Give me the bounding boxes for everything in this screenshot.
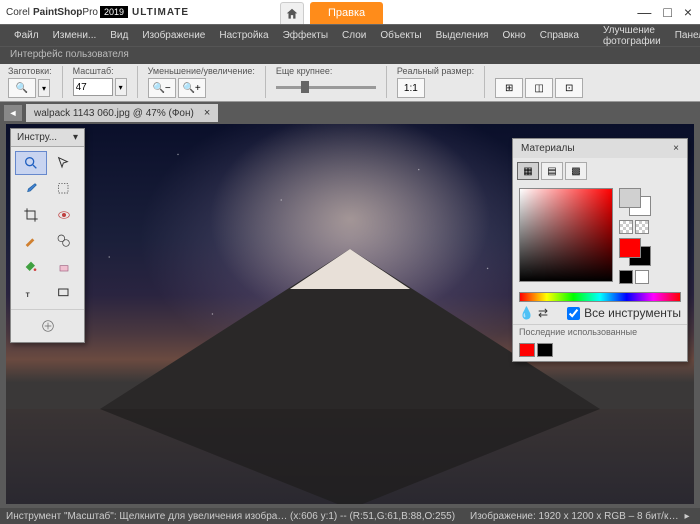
- zoom-label: Масштаб:: [73, 66, 114, 76]
- color-field[interactable]: [519, 188, 613, 282]
- redeye-tool[interactable]: [49, 203, 81, 227]
- menu-help[interactable]: Справка: [534, 28, 585, 43]
- tools-palette[interactable]: Инстру... ▾ T: [10, 128, 85, 343]
- status-grip-icon: ▸: [680, 511, 694, 522]
- actual-size-label: Реальный размер:: [397, 66, 474, 76]
- workspace-label: Интерфейс пользователя: [0, 46, 700, 64]
- zoom-stepper[interactable]: ▾: [115, 78, 127, 96]
- crop-tool[interactable]: [15, 203, 47, 227]
- menu-edit[interactable]: Измени...: [47, 28, 103, 43]
- eraser-tool[interactable]: [49, 255, 81, 279]
- swap-icon[interactable]: ⇄: [538, 306, 548, 320]
- menu-objects[interactable]: Объекты: [374, 28, 427, 43]
- home-icon: [285, 7, 299, 21]
- status-coords: (x:606 y:1) -- (R:51,G:61,B:88,O:255): [290, 511, 470, 522]
- materials-tab-frame[interactable]: ▦: [517, 162, 539, 180]
- zoomio-label: Уменьшение/увеличение:: [148, 66, 255, 76]
- zoom-slider[interactable]: [276, 86, 376, 89]
- title-bar: Corel PaintShopPro 2019 ULTIMATE Правка …: [0, 0, 700, 24]
- menu-view[interactable]: Вид: [104, 28, 134, 43]
- zoom-tool[interactable]: [15, 151, 47, 175]
- chevron-down-icon[interactable]: ▾: [73, 132, 78, 143]
- close-button[interactable]: ×: [684, 4, 692, 20]
- style-foreground[interactable]: [619, 188, 641, 208]
- year-badge: 2019: [100, 6, 128, 18]
- bw-swatch-1[interactable]: [619, 270, 633, 284]
- fit-all-button[interactable]: ⊡: [555, 78, 583, 98]
- transparency-swatch-1[interactable]: [619, 220, 633, 234]
- recent-swatch-1[interactable]: [519, 343, 535, 357]
- recent-swatch-2[interactable]: [537, 343, 553, 357]
- shape-tool[interactable]: [49, 281, 81, 305]
- dropper-tool[interactable]: [15, 177, 47, 201]
- materials-palette[interactable]: Материалы × ▦ ▤ ▩: [512, 138, 688, 362]
- menu-panels[interactable]: Панели: [669, 28, 700, 43]
- document-tab-bar: ◄ walpack 1143 060.jpg @ 47% (Фон) ×: [0, 102, 700, 124]
- svg-text:T: T: [25, 292, 29, 299]
- zoom-out-button[interactable]: 🔍−: [148, 78, 176, 98]
- menu-adjust[interactable]: Настройка: [213, 28, 274, 43]
- clone-tool[interactable]: [49, 229, 81, 253]
- foreground-background-swatches[interactable]: [619, 188, 651, 216]
- edition-label: ULTIMATE: [132, 7, 189, 18]
- brush-tool[interactable]: [15, 229, 47, 253]
- materials-tab-rainbow[interactable]: ▤: [541, 162, 563, 180]
- tab-prev-button[interactable]: ◄: [4, 105, 22, 121]
- minimize-button[interactable]: —: [637, 4, 651, 20]
- menu-selections[interactable]: Выделения: [430, 28, 495, 43]
- materials-header[interactable]: Материалы ×: [513, 139, 687, 158]
- preset-button[interactable]: 🔍: [8, 78, 36, 98]
- edit-tab[interactable]: Правка: [310, 2, 383, 24]
- materials-close-button[interactable]: ×: [673, 143, 679, 154]
- materials-tab-swatches[interactable]: ▩: [565, 162, 587, 180]
- status-bar: Инструмент "Масштаб": Щелкните для увели…: [0, 508, 700, 524]
- menu-file[interactable]: Файл: [8, 28, 45, 43]
- transparency-swatch-2[interactable]: [635, 220, 649, 234]
- tool-options-bar: Заготовки: 🔍 ▾ Масштаб: ▾ Уменьшение/уве…: [0, 64, 700, 102]
- preset-dropdown[interactable]: ▾: [38, 79, 50, 97]
- menu-enhance[interactable]: Улучшение фотографии: [597, 23, 667, 49]
- bw-swatch-2[interactable]: [635, 270, 649, 284]
- fill-tool[interactable]: [15, 255, 47, 279]
- hue-slider[interactable]: [519, 292, 681, 302]
- menu-window[interactable]: Окно: [496, 28, 531, 43]
- color-swatches-pair[interactable]: [619, 238, 651, 266]
- more-tools-button[interactable]: [39, 314, 57, 338]
- menu-bar: Файл Измени... Вид Изображение Настройка…: [0, 24, 700, 46]
- actual-size-button[interactable]: 1:1: [397, 78, 425, 98]
- dropper-icon[interactable]: 💧: [519, 306, 534, 320]
- status-image-info: Изображение: 1920 x 1200 x RGB – 8 бит/к…: [470, 511, 680, 522]
- move-tool[interactable]: [49, 151, 81, 175]
- more-zoom-label: Еще крупнее:: [276, 66, 333, 76]
- zoom-in-button[interactable]: 🔍+: [178, 78, 206, 98]
- tools-header[interactable]: Инстру... ▾: [11, 129, 84, 147]
- document-tab-label: walpack 1143 060.jpg @ 47% (Фон): [34, 108, 194, 119]
- fit-window-button[interactable]: ⊞: [495, 78, 523, 98]
- zoom-input[interactable]: [73, 78, 113, 96]
- recent-label: Последние использованные: [513, 324, 687, 339]
- home-tab[interactable]: [280, 2, 304, 24]
- selection-tool[interactable]: [49, 177, 81, 201]
- maximize-button[interactable]: □: [663, 4, 671, 20]
- tab-close-button[interactable]: ×: [204, 107, 210, 119]
- menu-layers[interactable]: Слои: [336, 28, 372, 43]
- color-foreground[interactable]: [619, 238, 641, 258]
- all-tools-checkbox[interactable]: Все инструменты: [567, 306, 681, 320]
- presets-label: Заготовки:: [8, 66, 52, 76]
- menu-image[interactable]: Изображение: [136, 28, 211, 43]
- app-logo: Corel PaintShopPro: [6, 6, 98, 18]
- status-tool-hint: Инструмент "Масштаб": Щелкните для увели…: [6, 511, 290, 522]
- document-tab[interactable]: walpack 1143 060.jpg @ 47% (Фон) ×: [26, 104, 218, 122]
- text-tool[interactable]: T: [15, 281, 47, 305]
- menu-effects[interactable]: Эффекты: [277, 28, 334, 43]
- fit-image-button[interactable]: ◫: [525, 78, 553, 98]
